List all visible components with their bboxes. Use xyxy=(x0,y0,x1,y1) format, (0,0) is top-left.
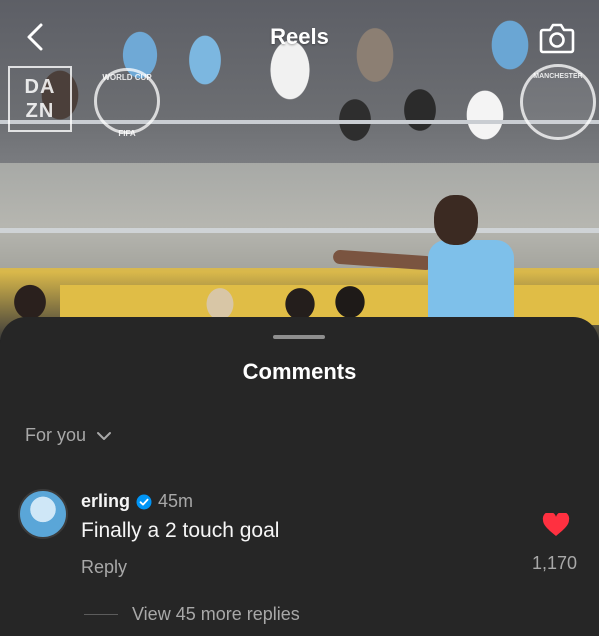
player-head xyxy=(434,195,478,245)
view-replies-label: View 45 more replies xyxy=(132,604,300,624)
page-title: Reels xyxy=(270,24,329,49)
player-figure xyxy=(332,195,514,325)
comments-filter-dropdown[interactable]: For you xyxy=(25,425,112,446)
reel-video[interactable]: DA ZN WORLD CUP FIFA MANCHESTER Reels xyxy=(0,0,599,340)
top-bar: Reels xyxy=(0,0,599,80)
fifa-text: FIFA xyxy=(118,129,136,138)
reels-screen: DA ZN WORLD CUP FIFA MANCHESTER Reels Co… xyxy=(0,0,599,636)
comment-timestamp: 45m xyxy=(158,491,194,511)
filter-label: For you xyxy=(25,425,87,445)
replies-divider xyxy=(84,614,118,615)
verified-badge-icon xyxy=(136,494,152,509)
avatar[interactable] xyxy=(18,489,68,539)
like-button[interactable] xyxy=(542,511,570,537)
comment-username[interactable]: erling xyxy=(81,491,130,512)
stand-railing xyxy=(0,120,599,124)
like-count: 1,170 xyxy=(531,553,577,573)
view-replies-button[interactable]: View 45 more replies xyxy=(84,604,300,625)
heart-filled-icon xyxy=(542,511,570,536)
comments-sheet: Comments For you erling 45m Finally a 2 … xyxy=(0,317,599,636)
camera-icon xyxy=(539,23,575,54)
reply-button[interactable]: Reply xyxy=(81,557,127,578)
camera-button[interactable] xyxy=(537,18,577,58)
comment-text: Finally a 2 touch goal xyxy=(81,519,280,542)
sheet-title: Comments xyxy=(242,359,357,384)
dazn-logo-line2: ZN xyxy=(25,100,55,122)
comment-header: erling 45m xyxy=(81,491,193,512)
chevron-down-icon xyxy=(97,431,112,440)
sheet-drag-handle[interactable] xyxy=(273,335,325,339)
player-shirt xyxy=(428,240,514,325)
